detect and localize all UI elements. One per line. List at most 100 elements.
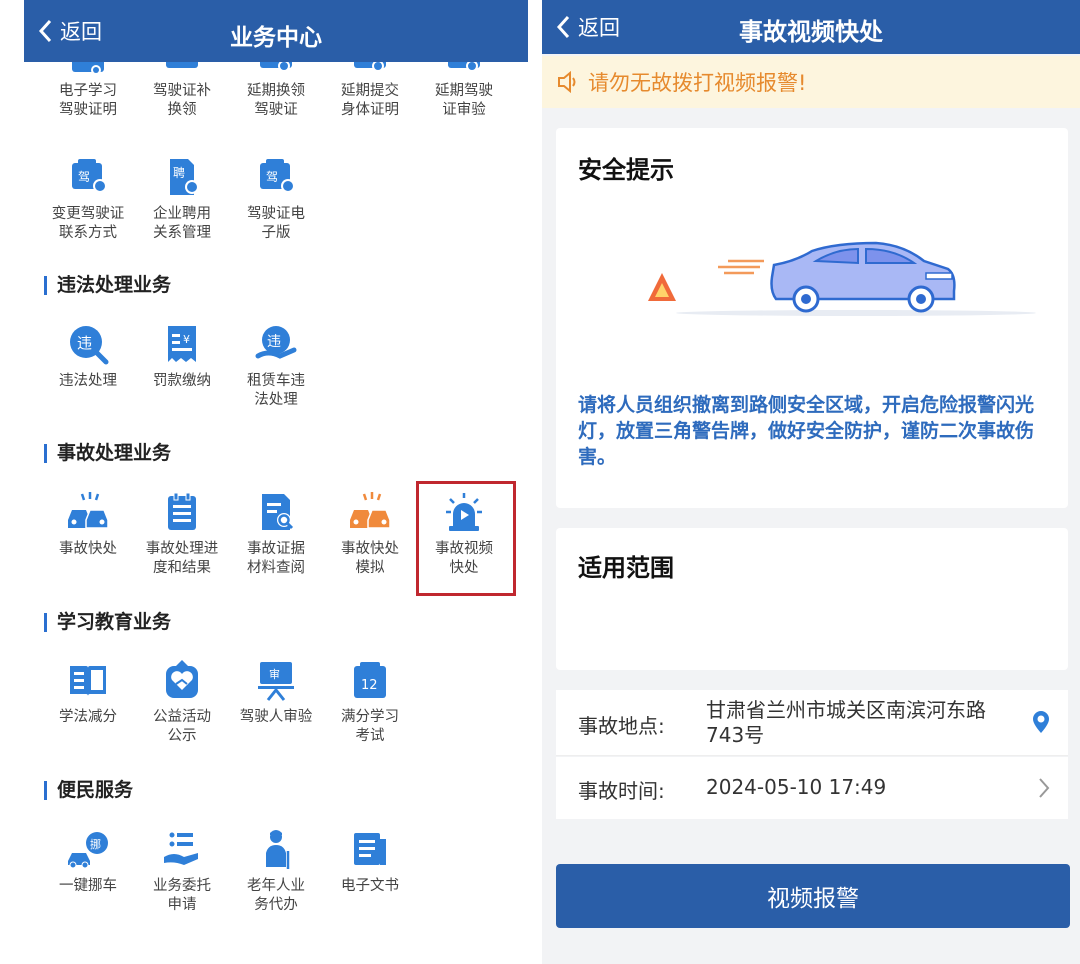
elderly-person-icon xyxy=(266,830,290,869)
service-label: 驾驶证补 换领 xyxy=(153,83,211,118)
service-label: 驾驶证电 子版 xyxy=(247,206,305,241)
service-label: 延期提交 身体证明 xyxy=(341,83,399,118)
service-license-reissue[interactable]: 驾驶证补 换领 xyxy=(135,82,229,120)
service-accident-simulation[interactable]: 事故快处 模拟 xyxy=(323,490,417,578)
service-violation-handling[interactable]: 违 违法处理 xyxy=(41,322,135,391)
receipt-yuan-icon: ¥ xyxy=(168,326,196,362)
hand-violation-icon: 违 xyxy=(255,326,297,359)
section-title-violation: 违法处理业务 xyxy=(44,276,171,295)
video-alarm-button[interactable]: 视频报警 xyxy=(556,864,1070,928)
service-label: 变更驾驶证 联系方式 xyxy=(51,206,125,241)
service-extend-health-proof[interactable]: 延期提交 身体证明 xyxy=(323,82,417,120)
service-label: 延期换领 驾驶证 xyxy=(247,83,305,118)
notice-text: 请勿无故拨打视频报警! xyxy=(588,71,807,95)
document-search-icon xyxy=(262,494,294,530)
service-move-car[interactable]: 挪 一键挪车 xyxy=(41,827,135,896)
license-phone-icon: 驾 xyxy=(72,159,107,193)
service-label: 电子学习 驾驶证明 xyxy=(59,83,117,118)
section-title-education: 学习教育业务 xyxy=(44,613,171,632)
right-page-title: 事故视频快处 xyxy=(739,18,883,46)
service-extend-renewal[interactable]: 延期换领 驾驶证 xyxy=(229,82,323,120)
time-label: 事故时间: xyxy=(578,779,665,803)
service-accident-evidence[interactable]: 事故证据 材料查阅 xyxy=(229,490,323,578)
chevron-right-icon xyxy=(1039,778,1050,798)
service-label: 罚款缴纳 xyxy=(153,373,211,389)
car-move-icon: 挪 xyxy=(68,832,108,869)
left-header: 返回 业务中心 xyxy=(24,0,528,62)
license-icon xyxy=(260,62,292,72)
scope-title: 适用范围 xyxy=(578,554,674,582)
employment-doc-icon: 聘 xyxy=(170,159,199,195)
right-header: 返回 事故视频快处 xyxy=(542,0,1080,54)
location-label: 事故地点: xyxy=(578,714,665,738)
service-label: 事故快处 模拟 xyxy=(341,541,399,576)
book-icon xyxy=(70,666,106,696)
service-label: 一键挪车 xyxy=(59,878,117,894)
section-title-convenience: 便民服务 xyxy=(44,781,133,800)
service-label: 业务委托 申请 xyxy=(153,878,211,913)
calendar-glyph: 12 xyxy=(361,678,378,693)
license-glyph: 驾 xyxy=(78,170,90,184)
time-row[interactable]: 事故时间: 2024-05-10 17:49 xyxy=(556,757,1068,819)
violation-search-icon: 违 xyxy=(70,326,109,365)
service-elderly-proxy[interactable]: 老年人业 务代办 xyxy=(229,827,323,915)
car-warning-illustration xyxy=(648,241,1036,316)
service-label: 老年人业 务代办 xyxy=(247,878,305,913)
service-label: 事故处理进 度和结果 xyxy=(145,541,219,576)
calendar-12-icon: 12 xyxy=(354,662,386,698)
accident-video-screen: 返回 事故视频快处 请勿无故拨打视频报警! 安全提示 请将人员组织撤离到路侧安全… xyxy=(542,0,1080,964)
speaker-icon xyxy=(558,71,576,93)
section-title-accident: 事故处理业务 xyxy=(44,444,171,463)
clipboard-list-icon xyxy=(168,492,196,530)
service-label: 驾驶人审验 xyxy=(239,709,313,725)
license-icon xyxy=(72,62,104,75)
violation-glyph: 违 xyxy=(77,334,92,352)
service-accident-quick[interactable]: 事故快处 xyxy=(41,490,135,559)
warning-notice: 请勿无故拨打视频报警! xyxy=(542,56,1080,108)
service-full-score-study[interactable]: 12 满分学习 考试 xyxy=(323,658,417,746)
service-fine-payment[interactable]: ¥ 罚款缴纳 xyxy=(135,322,229,391)
service-public-welfare[interactable]: 公益活动 公示 xyxy=(135,658,229,746)
location-value: 甘肃省兰州市城关区南滨河东路743号 xyxy=(706,698,986,747)
location-pin-icon[interactable] xyxy=(1032,710,1050,734)
violation-glyph: 违 xyxy=(267,334,281,350)
service-extend-review[interactable]: 延期驾驶 证审验 xyxy=(417,82,511,120)
list-hand-icon xyxy=(164,832,198,865)
left-page-title: 业务中心 xyxy=(230,25,322,51)
safety-tip: 请将人员组织撤离到路侧安全区域，开启危险报警闪光灯，放置三角警告牌，做好安全防护… xyxy=(578,394,1035,468)
license-icon xyxy=(354,62,386,72)
safety-title: 安全提示 xyxy=(578,156,674,184)
electronic-license-icon: 驾 xyxy=(260,159,295,193)
service-label: 事故快处 xyxy=(59,541,117,557)
license-glyph: 驾 xyxy=(266,170,278,184)
service-label: 学法减分 xyxy=(59,709,117,725)
car-crash-orange-icon xyxy=(350,492,391,529)
document-icon xyxy=(354,833,386,865)
service-label: 公益活动 公示 xyxy=(153,709,211,744)
review-glyph: 审 xyxy=(269,667,280,681)
employment-glyph: 聘 xyxy=(173,166,185,180)
service-label: 电子文书 xyxy=(341,878,399,894)
service-electronic-document[interactable]: 电子文书 xyxy=(323,827,417,896)
service-electronic-license[interactable]: 驾 驾驶证电 子版 xyxy=(229,155,323,243)
service-label: 企业聘用 关系管理 xyxy=(153,206,211,241)
service-rental-violation[interactable]: 违 租赁车违 法处理 xyxy=(229,322,323,410)
service-delegation[interactable]: 业务委托 申请 xyxy=(135,827,229,915)
highlight-box xyxy=(416,481,516,596)
service-study-reduce-points[interactable]: 学法减分 xyxy=(41,658,135,727)
service-label: 满分学习 考试 xyxy=(341,709,399,744)
license-icon xyxy=(166,62,198,68)
service-employment[interactable]: 聘 企业聘用 关系管理 xyxy=(135,155,229,243)
service-label: 租赁车违 法处理 xyxy=(247,373,305,408)
service-driver-review[interactable]: 审 驾驶人审验 xyxy=(229,658,323,727)
time-value: 2024-05-10 17:49 xyxy=(706,775,887,799)
service-accident-progress[interactable]: 事故处理进 度和结果 xyxy=(135,490,229,578)
service-change-contact[interactable]: 驾 变更驾驶证 联系方式 xyxy=(41,155,135,243)
svg-text:¥: ¥ xyxy=(183,333,190,346)
move-glyph: 挪 xyxy=(90,837,101,851)
location-row[interactable]: 事故地点: 甘肃省兰州市城关区南滨河东路743号 xyxy=(556,690,1068,756)
service-electronic-study-proof[interactable]: 电子学习 驾驶证明 xyxy=(41,82,135,120)
heart-hand-icon xyxy=(166,660,198,698)
service-label: 违法处理 xyxy=(59,373,117,389)
scope-card: 适用范围 xyxy=(556,528,1068,670)
